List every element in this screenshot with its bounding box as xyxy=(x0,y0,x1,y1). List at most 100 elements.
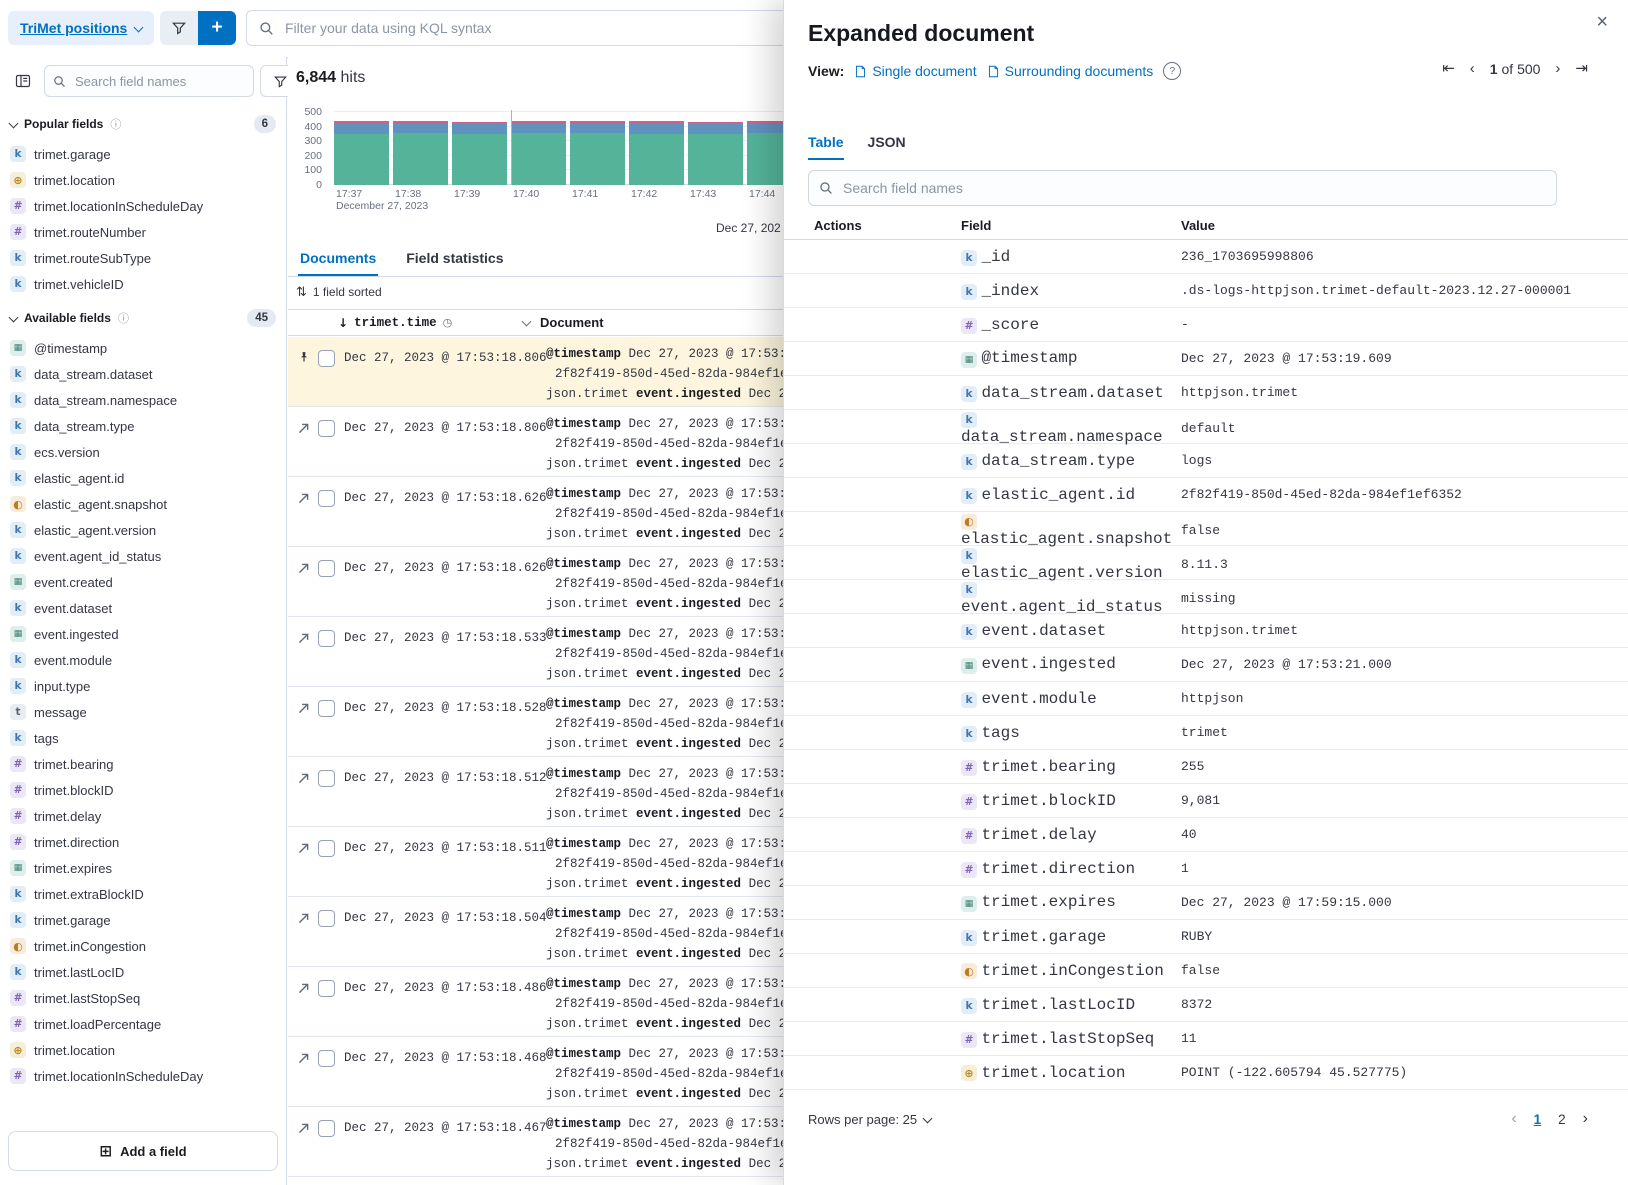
field-item[interactable]: # trimet.direction xyxy=(0,829,286,855)
sorted-fields-button[interactable]: ⇅ 1 field sorted xyxy=(296,285,382,299)
rows-per-page-button[interactable]: Rows per page: 25 xyxy=(808,1112,931,1127)
field-row[interactable]: # trimet.direction 1 xyxy=(784,852,1628,886)
field-item[interactable]: ◐ trimet.inCongestion xyxy=(0,933,286,959)
field-item[interactable]: k data_stream.type xyxy=(0,413,286,439)
page-2-button[interactable]: 2 xyxy=(1558,1112,1566,1127)
field-row[interactable]: k trimet.garage RUBY xyxy=(784,920,1628,954)
field-row[interactable]: ◐ trimet.inCongestion false xyxy=(784,954,1628,988)
row-checkbox[interactable] xyxy=(318,840,335,857)
help-icon[interactable]: ? xyxy=(1163,62,1181,80)
field-row[interactable]: k event.module httpjson xyxy=(784,682,1628,716)
row-checkbox[interactable] xyxy=(318,700,335,717)
field-item[interactable]: ▦ event.ingested xyxy=(0,621,286,647)
field-row[interactable]: k _index .ds-logs-httpjson.trimet-defaul… xyxy=(784,274,1628,308)
field-row[interactable]: ⊕ trimet.location POINT (-122.605794 45.… xyxy=(784,1056,1628,1090)
first-page-icon[interactable]: ⇤ xyxy=(1442,61,1455,76)
field-item[interactable]: k data_stream.dataset xyxy=(0,361,286,387)
field-row[interactable]: k trimet.lastLocID 8372 xyxy=(784,988,1628,1022)
page-1-button[interactable]: 1 xyxy=(1534,1112,1542,1127)
field-row[interactable]: k tags trimet xyxy=(784,716,1628,750)
field-item[interactable]: k trimet.lastLocID xyxy=(0,959,286,985)
expand-document-icon[interactable] xyxy=(298,1051,309,1069)
field-item[interactable]: ▦ event.created xyxy=(0,569,286,595)
row-checkbox[interactable] xyxy=(318,770,335,787)
add-field-button[interactable]: ⊞ Add a field xyxy=(8,1131,278,1171)
flyout-field-search-input[interactable] xyxy=(841,179,1556,197)
field-item[interactable]: k input.type xyxy=(0,673,286,699)
field-row[interactable]: k data_stream.dataset httpjson.trimet xyxy=(784,376,1628,410)
pinned-document-icon[interactable] xyxy=(298,350,310,368)
field-item[interactable]: k trimet.garage xyxy=(0,907,286,933)
field-row[interactable]: # trimet.bearing 255 xyxy=(784,750,1628,784)
add-filter-button[interactable]: + xyxy=(198,11,236,45)
close-icon[interactable]: × xyxy=(1590,10,1614,35)
expand-document-icon[interactable] xyxy=(298,421,309,439)
field-item[interactable]: k event.module xyxy=(0,647,286,673)
field-row[interactable]: ◐ elastic_agent.snapshot false xyxy=(784,512,1628,546)
expand-document-icon[interactable] xyxy=(298,841,309,859)
field-item[interactable]: ⊕ trimet.location xyxy=(0,167,286,193)
surrounding-documents-link[interactable]: Surrounding documents xyxy=(987,63,1154,79)
field-row[interactable]: k elastic_agent.version 8.11.3 xyxy=(784,546,1628,580)
field-item[interactable]: k data_stream.namespace xyxy=(0,387,286,413)
field-item[interactable]: t message xyxy=(0,699,286,725)
field-item[interactable]: k trimet.vehicleID xyxy=(0,271,286,297)
field-item[interactable]: k tags xyxy=(0,725,286,751)
field-row[interactable]: ▦ event.ingested Dec 27, 2023 @ 17:53:21… xyxy=(784,648,1628,682)
next-page-icon[interactable]: › xyxy=(1555,60,1560,77)
field-item[interactable]: k trimet.routeSubType xyxy=(0,245,286,271)
row-checkbox[interactable] xyxy=(318,1050,335,1067)
field-item[interactable]: ⊕ trimet.location xyxy=(0,1037,286,1063)
data-view-picker[interactable]: TriMet positions xyxy=(8,11,154,45)
field-row[interactable]: k _id 236_1703695998806 xyxy=(784,240,1628,274)
expand-document-icon[interactable] xyxy=(298,491,309,509)
field-item[interactable]: k event.agent_id_status xyxy=(0,543,286,569)
next-page-icon[interactable]: › xyxy=(1583,1110,1588,1128)
field-row[interactable]: k elastic_agent.id 2f82f419-850d-45ed-82… xyxy=(784,478,1628,512)
row-checkbox[interactable] xyxy=(318,910,335,927)
field-row[interactable]: # trimet.lastStopSeq 11 xyxy=(784,1022,1628,1056)
expand-document-icon[interactable] xyxy=(298,701,309,719)
field-search-box[interactable] xyxy=(44,65,254,97)
field-item[interactable]: # trimet.locationInScheduleDay xyxy=(0,1063,286,1089)
field-item[interactable]: ◐ elastic_agent.snapshot xyxy=(0,491,286,517)
row-checkbox[interactable] xyxy=(318,350,335,367)
column-menu-icon[interactable] xyxy=(522,317,532,327)
expand-document-icon[interactable] xyxy=(298,911,309,929)
field-item[interactable]: k elastic_agent.version xyxy=(0,517,286,543)
expand-document-icon[interactable] xyxy=(298,771,309,789)
row-checkbox[interactable] xyxy=(318,420,335,437)
tab-field-statistics[interactable]: Field statistics xyxy=(404,243,505,276)
previous-page-icon[interactable]: ‹ xyxy=(1470,60,1475,77)
tab-documents[interactable]: Documents xyxy=(298,243,378,276)
tab-json[interactable]: JSON xyxy=(868,134,906,160)
field-item[interactable]: k trimet.extraBlockID xyxy=(0,881,286,907)
field-row[interactable]: # trimet.delay 40 xyxy=(784,818,1628,852)
field-item[interactable]: k trimet.garage xyxy=(0,141,286,167)
tab-table[interactable]: Table xyxy=(808,134,844,160)
expand-document-icon[interactable] xyxy=(298,561,309,579)
field-row[interactable]: # _score - xyxy=(784,308,1628,342)
previous-page-icon[interactable]: ‹ xyxy=(1511,1110,1516,1128)
field-item[interactable]: k event.dataset xyxy=(0,595,286,621)
row-checkbox[interactable] xyxy=(318,490,335,507)
field-item[interactable]: ▦ trimet.expires xyxy=(0,855,286,881)
field-search-input[interactable] xyxy=(73,73,253,90)
row-checkbox[interactable] xyxy=(318,1120,335,1137)
field-row[interactable]: k event.dataset httpjson.trimet xyxy=(784,614,1628,648)
field-item[interactable]: k ecs.version xyxy=(0,439,286,465)
field-row[interactable]: ▦ trimet.expires Dec 27, 2023 @ 17:59:15… xyxy=(784,886,1628,920)
available-fields-header[interactable]: Available fields ⓘ 45 xyxy=(0,297,286,333)
field-row[interactable]: k data_stream.type logs xyxy=(784,444,1628,478)
expand-document-icon[interactable] xyxy=(298,631,309,649)
field-row[interactable]: k data_stream.namespace default xyxy=(784,410,1628,444)
field-item[interactable]: # trimet.lastStopSeq xyxy=(0,985,286,1011)
field-row[interactable]: # trimet.blockID 9,081 xyxy=(784,784,1628,818)
last-page-icon[interactable]: ⇥ xyxy=(1575,61,1588,76)
row-checkbox[interactable] xyxy=(318,980,335,997)
field-item[interactable]: k elastic_agent.id xyxy=(0,465,286,491)
single-document-link[interactable]: Single document xyxy=(854,63,976,79)
field-sidebar-toggle-button[interactable] xyxy=(8,66,38,96)
time-column-header[interactable]: ↓ trimet.time ◷ xyxy=(338,316,540,330)
field-item[interactable]: # trimet.loadPercentage xyxy=(0,1011,286,1037)
